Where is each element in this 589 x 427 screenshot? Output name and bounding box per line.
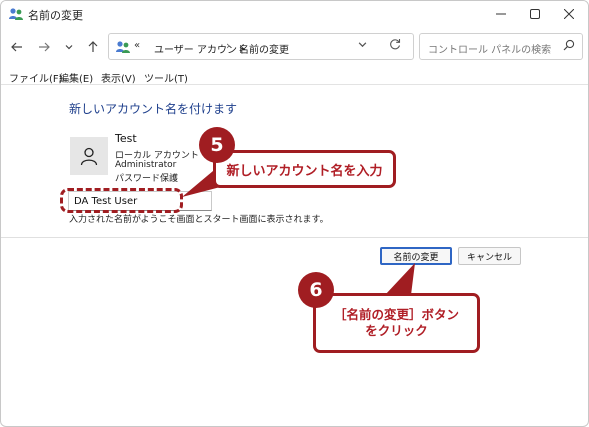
rename-button[interactable]: 名前の変更 [380, 247, 452, 265]
title-bar: 名前の変更 [1, 1, 588, 29]
forward-button[interactable] [34, 37, 54, 57]
callout-step6-line2: をクリック [365, 323, 428, 338]
up-button[interactable] [83, 37, 103, 57]
cancel-button[interactable]: キャンセル [458, 247, 521, 265]
address-bar[interactable]: « ユーザー アカウント › 名前の変更 [108, 33, 414, 60]
menu-view[interactable]: 表示(V) [101, 70, 136, 85]
chevron-down-icon [358, 42, 367, 48]
chevron-down-icon [65, 45, 73, 50]
menu-edit[interactable]: 編集(E) [59, 70, 93, 85]
callout-step5-text: 新しいアカウント名を入力 [226, 163, 383, 179]
search-box[interactable]: コントロール パネルの検索 [419, 33, 583, 60]
account-role: Administrator [115, 160, 177, 170]
rename-account-window: 名前の変更 « ユーザー アカウント › 名前の変更 コントロール パネルの検索… [0, 0, 589, 427]
account-name: Test [115, 132, 137, 145]
refresh-icon [390, 39, 401, 50]
page-heading: 新しいアカウント名を付けます [69, 102, 238, 116]
input-highlight [60, 188, 183, 213]
breadcrumb-user-accounts[interactable]: ユーザー アカウント [154, 41, 247, 56]
callout-step6-line1: ［名前の変更］ボタン [333, 307, 459, 322]
menu-tools[interactable]: ツール(T) [144, 70, 188, 85]
close-button[interactable] [547, 1, 588, 27]
back-button[interactable] [7, 37, 27, 57]
address-dropdown-button[interactable] [358, 40, 367, 52]
minimize-icon [496, 13, 506, 15]
account-password-status: パスワード保護 [115, 174, 179, 184]
search-input[interactable]: コントロール パネルの検索 [428, 41, 551, 56]
callout-step6: ［名前の変更］ボタン をクリック [313, 293, 480, 353]
refresh-button[interactable] [389, 38, 401, 54]
back-arrow-icon [11, 42, 22, 52]
breadcrumb-overflow[interactable]: « [134, 40, 140, 51]
users-icon [116, 41, 130, 53]
step6-badge: 6 [298, 272, 334, 308]
maximize-icon [530, 9, 540, 19]
up-arrow-icon [88, 41, 98, 52]
close-icon [564, 9, 574, 19]
step5-badge: 5 [199, 127, 235, 163]
info-text: 入力された名前がようこそ画面とスタート画面に表示されます。 [69, 215, 329, 225]
recent-locations-button[interactable] [59, 37, 79, 57]
breadcrumb-separator[interactable]: › [226, 39, 230, 52]
navigation-bar: « ユーザー アカウント › 名前の変更 コントロール パネルの検索 [1, 29, 588, 65]
window-title: 名前の変更 [28, 9, 83, 22]
forward-arrow-icon [39, 42, 50, 52]
menu-bar: ファイル(F) 編集(E) 表示(V) ツール(T) [1, 67, 588, 85]
users-icon [9, 8, 23, 20]
menu-file[interactable]: ファイル(F) [9, 70, 63, 85]
callout-step5: 新しいアカウント名を入力 [213, 150, 396, 188]
avatar [70, 137, 108, 175]
user-avatar-icon [80, 147, 98, 166]
callout6-pointer [385, 263, 415, 295]
separator [1, 237, 588, 238]
breadcrumb-rename[interactable]: 名前の変更 [239, 41, 289, 56]
search-icon[interactable] [563, 39, 575, 54]
